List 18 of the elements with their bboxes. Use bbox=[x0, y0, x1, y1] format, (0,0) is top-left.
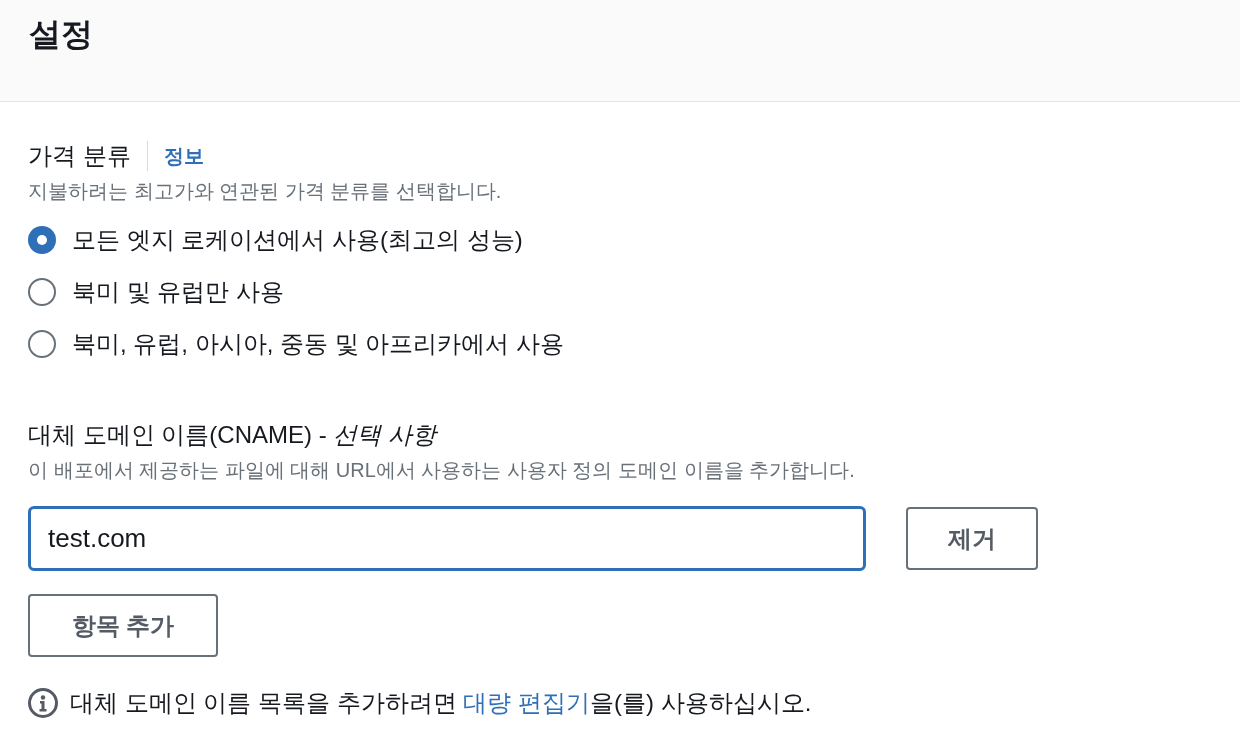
radio-label: 북미 및 유럽만 사용 bbox=[72, 277, 284, 307]
info-link[interactable]: 정보 bbox=[163, 140, 204, 172]
field-label: 대체 도메인 이름(CNAME) - 선택 사항 bbox=[28, 420, 436, 450]
radio-button[interactable] bbox=[28, 226, 56, 254]
radio-button[interactable] bbox=[28, 330, 56, 358]
bulk-editor-link[interactable]: 대량 편집기 bbox=[463, 689, 590, 716]
radio-button[interactable] bbox=[28, 278, 56, 306]
notice-text: 대체 도메인 이름 목록을 추가하려면 대량 편집기을(를) 사용하십시오. bbox=[70, 688, 812, 718]
add-item-button[interactable]: 항목 추가 bbox=[28, 594, 218, 657]
text-input[interactable]: test.com bbox=[28, 506, 866, 571]
page-title: 설정 bbox=[29, 15, 93, 54]
field-description: 이 배포에서 제공하는 파일에 대해 URL에서 사용하는 사용자 정의 도메인 이름을 추가합니다. bbox=[28, 458, 855, 483]
radio-label: 북미, 유럽, 아시아, 중동 및 아프리카에서 사용 bbox=[72, 329, 564, 359]
remove-button[interactable]: 제거 bbox=[906, 507, 1038, 570]
radio-label: 모든 엣지 로케이션에서 사용(최고의 성능) bbox=[72, 225, 523, 255]
field-description: 지불하려는 최고가와 연관된 가격 분류를 선택합니다. bbox=[28, 179, 502, 204]
info-icon bbox=[28, 688, 58, 718]
field-label: 가격 분류 bbox=[28, 141, 131, 171]
